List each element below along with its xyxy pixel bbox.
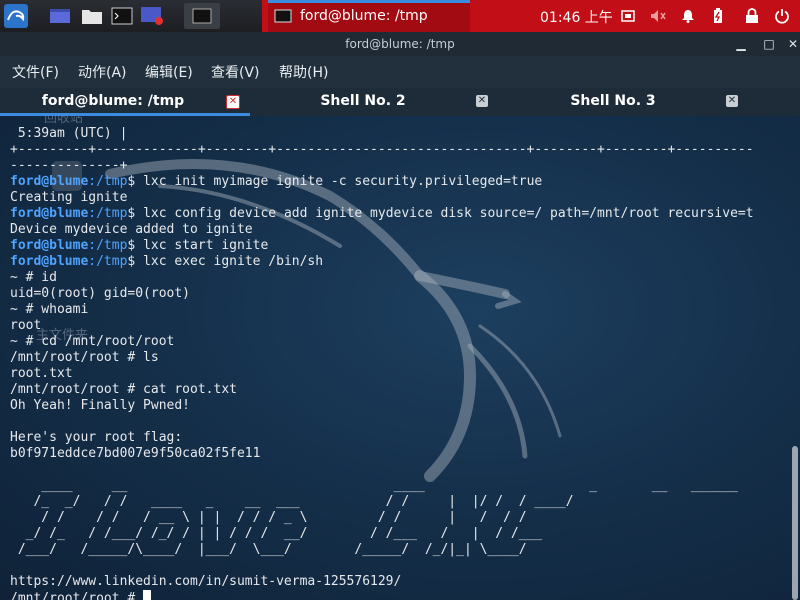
folder-icon: [82, 10, 102, 24]
terminal-line: --------------+: [10, 158, 128, 173]
terminal-icon: [192, 8, 212, 24]
menubar: 文件(F) 动作(A) 编辑(E) 查看(V) 帮助(H): [0, 56, 800, 88]
scrollbar-thumb[interactable]: [792, 446, 798, 600]
prompt-user: ford@blume: [10, 174, 89, 189]
terminal-line: /_ _/ / / ____ _ __ ___ / / | |/ / / ___…: [10, 494, 574, 509]
screen-recorder-button[interactable]: [138, 3, 166, 29]
terminal-scrollbar[interactable]: [790, 116, 800, 600]
tab-shell-3[interactable]: Shell No. 3 ✕: [500, 88, 750, 116]
menu-edit[interactable]: 编辑(E): [145, 62, 193, 82]
close-icon[interactable]: ✕: [784, 32, 800, 56]
terminal-line: root: [10, 318, 42, 333]
terminal-line: ____ __ ____ _ __ ______: [10, 478, 738, 493]
tab-bar: ford@blume: /tmp ✕ Shell No. 2 ✕ Shell N…: [0, 88, 800, 116]
terminal-line: https://www.linkedin.com/in/sumit-verma-…: [10, 574, 402, 589]
text-cursor: [143, 590, 152, 600]
lock-icon[interactable]: [744, 8, 760, 24]
prompt-path: :/tmp: [88, 238, 128, 253]
maximize-icon[interactable]: □: [760, 32, 778, 56]
taskbar-window-button[interactable]: ford@blume: /tmp: [268, 0, 470, 32]
terminal-line: +---------+-------------+--------+------…: [10, 142, 754, 157]
close-tab-icon[interactable]: ✕: [476, 95, 488, 107]
menu-actions[interactable]: 动作(A): [78, 62, 127, 82]
tab-label: ford@blume: /tmp: [41, 93, 185, 109]
desktop-label-trash: 回收站: [44, 116, 84, 126]
command-text: $ lxc config device add ignite mydevice …: [127, 206, 754, 221]
tab-shell-2[interactable]: Shell No. 2 ✕: [250, 88, 500, 116]
terminal-line: / / / / / __ \ | | / / / _ \ / / | / / /: [10, 510, 527, 525]
terminal-output[interactable]: 回收站 主文件夹 5:39am (UTC) | +---------+------…: [0, 116, 800, 600]
terminal-icon: [274, 9, 292, 23]
tab-label: Shell No. 2: [320, 93, 406, 109]
taskbar: ford@blume: /tmp 01:46 上午: [0, 0, 800, 32]
terminal-line: Creating ignite: [10, 190, 128, 205]
terminal-line: 5:39am (UTC) |: [10, 126, 128, 141]
notification-area-icon[interactable]: [620, 8, 636, 24]
shell-prompt: /mnt/root/root #: [10, 591, 144, 600]
terminal-lines: 5:39am (UTC) | +---------+-------------+-…: [10, 126, 754, 600]
prompt-path: :/tmp: [88, 254, 128, 269]
prompt-user: ford@blume: [10, 238, 89, 253]
terminal-line: /mnt/root/root #: [10, 590, 754, 600]
menu-view[interactable]: 查看(V): [211, 62, 260, 82]
tab-ford-tmp[interactable]: ford@blume: /tmp ✕: [0, 88, 250, 116]
window-title: ford@blume: /tmp: [345, 37, 455, 51]
power-icon[interactable]: [774, 8, 790, 24]
prompt-path: :/tmp: [88, 206, 128, 221]
terminal-line: b0f971eddce7bd007e9f50ca02f5fe11: [10, 446, 261, 461]
terminal-line: ~ # whoami: [10, 302, 89, 317]
kali-menu-button[interactable]: [2, 3, 30, 29]
terminal-line: ford@blume:/tmp$ lxc exec ignite /bin/sh: [10, 254, 754, 270]
taskbar-window-title: ford@blume: /tmp: [300, 8, 428, 24]
prompt-user: ford@blume: [10, 206, 89, 221]
prompt-path: :/tmp: [88, 174, 128, 189]
active-window-indicator: [268, 0, 470, 3]
menu-file[interactable]: 文件(F): [12, 62, 59, 82]
terminal-icon: [111, 7, 133, 25]
tab-label: Shell No. 3: [570, 93, 656, 109]
command-text: $ lxc start ignite: [127, 238, 269, 253]
terminal-line: ~ # id: [10, 270, 57, 285]
terminal-line: ~ # cd /mnt/root/root: [10, 334, 175, 349]
terminal-line: ford@blume:/tmp$ lxc start ignite: [10, 238, 754, 254]
terminal-line: _/ /_ / /___/ /_/ / | | / / / __/ / /___…: [10, 526, 543, 541]
show-desktop-button[interactable]: [46, 3, 74, 29]
clock[interactable]: 01:46 上午: [540, 7, 613, 27]
desktop-icon: [50, 9, 70, 23]
terminal-line: /mnt/root/root # ls: [10, 350, 159, 365]
command-text: $ lxc exec ignite /bin/sh: [127, 254, 324, 269]
terminal-line: Oh Yeah! Finally Pwned!: [10, 398, 191, 413]
menu-help[interactable]: 帮助(H): [279, 62, 328, 82]
terminal-line: /___/ /_____/\____/ |___/ \___/ /_____/ …: [10, 542, 527, 557]
window-titlebar[interactable]: ford@blume: /tmp ▁ □ ✕: [0, 32, 800, 56]
terminal-line: ford@blume:/tmp$ lxc config device add i…: [10, 206, 754, 222]
terminal-line: Here's your root flag:: [10, 430, 183, 445]
terminal-line: /mnt/root/root # cat root.txt: [10, 382, 237, 397]
prompt-user: ford@blume: [10, 254, 89, 269]
command-text: $ lxc init myimage ignite -c security.pr…: [127, 174, 543, 189]
workspace-terminal-button[interactable]: [184, 3, 220, 29]
screen-record-icon: [141, 7, 163, 25]
minimize-icon[interactable]: ▁: [732, 32, 750, 56]
file-manager-button[interactable]: [78, 3, 106, 29]
terminal-line: root.txt: [10, 366, 73, 381]
terminal-line: Device mydevice added to ignite: [10, 222, 253, 237]
terminal-line: ford@blume:/tmp$ lxc init myimage ignite…: [10, 174, 754, 190]
bell-icon[interactable]: [680, 8, 696, 24]
volume-icon[interactable]: [650, 8, 666, 24]
terminal-line: uid=0(root) gid=0(root): [10, 286, 191, 301]
kali-logo-icon: [4, 4, 28, 28]
battery-icon[interactable]: [710, 8, 726, 24]
close-tab-icon[interactable]: ✕: [726, 95, 738, 107]
terminal-launcher-button[interactable]: [108, 3, 136, 29]
close-tab-icon[interactable]: ✕: [226, 95, 240, 109]
